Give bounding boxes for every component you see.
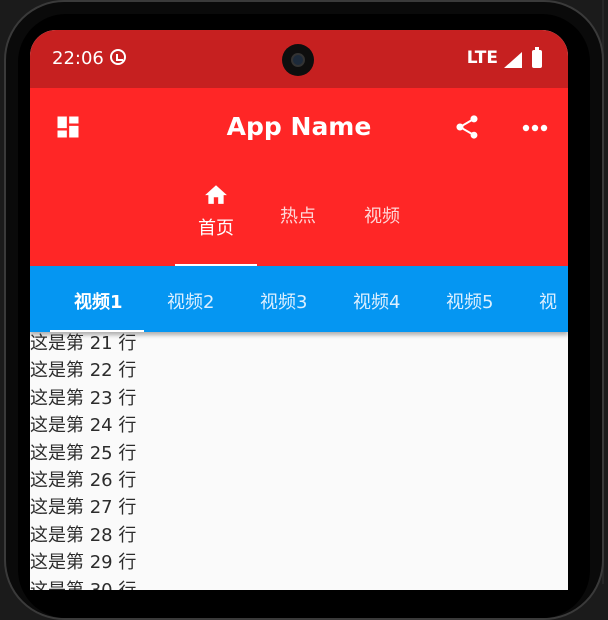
sub-tab-bar: 视频1 视频2 视频3 视频4 视频5 视 [30, 266, 568, 332]
network-type: LTE [466, 48, 498, 68]
subtab-video6[interactable]: 视 [539, 288, 557, 314]
list-item: 这是第 29 行 [30, 552, 137, 574]
front-camera [282, 44, 314, 76]
list-item: 这是第 27 行 [30, 497, 137, 519]
app-bar: App Name 首页 热点 视频 [30, 88, 568, 266]
list-item: 这是第 22 行 [30, 360, 137, 382]
subtab-video3[interactable]: 视频3 [260, 288, 307, 314]
battery-icon [532, 47, 542, 68]
list-item: 这是第 28 行 [30, 524, 137, 546]
list-item: 这是第 23 行 [30, 387, 137, 409]
subtab-video2[interactable]: 视频2 [167, 288, 214, 314]
tab-hot[interactable]: 热点 [260, 202, 336, 228]
share-icon[interactable] [453, 113, 481, 141]
app-title: App Name [226, 112, 372, 141]
tab-hot-label: 热点 [280, 206, 316, 227]
home-icon [205, 185, 227, 204]
status-bar: 22:06 LTE [30, 30, 568, 88]
list-item: 这是第 30 行 [30, 580, 568, 590]
subtab-indicator [50, 330, 144, 332]
more-icon[interactable] [522, 124, 548, 132]
status-time: 22:06 [52, 48, 104, 69]
alarm-icon [110, 49, 126, 65]
list-item: 这是第 21 行 [30, 333, 137, 354]
subtab-video1[interactable]: 视频1 [74, 288, 123, 314]
content-list[interactable]: 这是第 21 行 这是第 22 行 这是第 23 行 这是第 24 行 这是第 … [30, 333, 568, 590]
tab-video[interactable]: 视频 [344, 202, 420, 228]
tab-video-label: 视频 [364, 206, 400, 227]
subtab-video5[interactable]: 视频5 [446, 288, 493, 314]
signal-icon [504, 52, 522, 68]
tab-home-label: 首页 [198, 218, 234, 239]
list-item: 这是第 26 行 [30, 469, 137, 491]
list-item: 这是第 24 行 [30, 415, 137, 437]
list-item: 这是第 25 行 [30, 442, 137, 464]
subtab-video4[interactable]: 视频4 [353, 288, 400, 314]
phone-screen: 22:06 LTE App Name 首页 热点 视频 视频1 视频2 视频3 … [30, 30, 568, 590]
tab-home[interactable]: 首页 [175, 182, 257, 240]
